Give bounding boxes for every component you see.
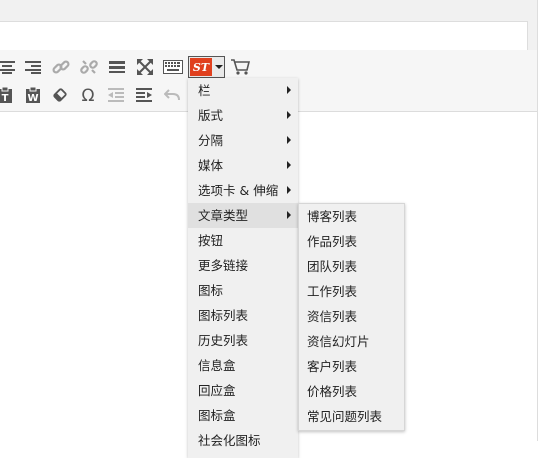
menu-item-icon-box[interactable]: 图标盒 (188, 403, 298, 428)
link-icon[interactable] (49, 55, 73, 79)
submenu-item-news-slider[interactable]: 资信幻灯片 (299, 329, 404, 354)
menu-item-more-links[interactable]: 更多链接 (188, 253, 298, 278)
post-types-submenu: 博客列表 作品列表 团队列表 工作列表 资信列表 资信幻灯片 客户列表 价格列表… (298, 203, 405, 431)
outdent-icon[interactable] (104, 83, 128, 107)
chevron-right-icon (287, 136, 291, 144)
st-logo: ST (190, 58, 212, 76)
submenu-item-pricing-list[interactable]: 价格列表 (299, 379, 404, 404)
keyboard-icon[interactable] (161, 55, 185, 79)
unlink-icon[interactable] (77, 55, 101, 79)
editor-tab-area (0, 21, 528, 50)
submenu-item-news-list[interactable]: 资信列表 (299, 304, 404, 329)
menu-item-buttons[interactable]: 按钮 (188, 228, 298, 253)
chevron-right-icon (287, 111, 291, 119)
submenu-item-faq-list[interactable]: 常见问题列表 (299, 404, 404, 429)
shortcode-menu: 栏 版式 分隔 媒体 选项卡 & 伸缩 文章类型 按钮 更多链接 图标 图标列表… (188, 78, 298, 458)
menu-item-icon-list[interactable]: 图标列表 (188, 303, 298, 328)
chevron-right-icon (287, 161, 291, 169)
shortcodes-button[interactable]: ST (188, 56, 225, 78)
svg-text:W: W (27, 93, 38, 104)
menu-item-tabs-toggles[interactable]: 选项卡 & 伸缩 (188, 178, 298, 203)
svg-text:T: T (2, 93, 9, 104)
chevron-right-icon (287, 211, 291, 219)
menu-item-divider[interactable]: 分隔 (188, 128, 298, 153)
align-right-icon[interactable] (21, 55, 45, 79)
menu-item-response-box[interactable]: 回应盒 (188, 378, 298, 403)
chevron-right-icon (287, 186, 291, 194)
menu-item-history-list[interactable]: 历史列表 (188, 328, 298, 353)
horizontal-rule-icon[interactable] (105, 55, 129, 79)
eraser-icon[interactable] (48, 83, 72, 107)
submenu-item-client-list[interactable]: 客户列表 (299, 354, 404, 379)
submenu-item-job-list[interactable]: 工作列表 (299, 279, 404, 304)
menu-item-columns[interactable]: 栏 (188, 78, 298, 103)
svg-text:Ω: Ω (82, 86, 95, 104)
omega-icon[interactable]: Ω (76, 83, 100, 107)
chevron-down-icon (215, 65, 223, 69)
submenu-item-blog-list[interactable]: 博客列表 (299, 204, 404, 229)
undo-icon[interactable] (160, 83, 184, 107)
menu-item-media[interactable]: 媒体 (188, 153, 298, 178)
chevron-right-icon (287, 86, 291, 94)
cart-icon[interactable] (228, 55, 252, 79)
submenu-item-portfolio-list[interactable]: 作品列表 (299, 229, 404, 254)
align-center-icon[interactable] (0, 55, 19, 79)
paste-word-icon[interactable]: W (21, 83, 45, 107)
menu-item-info-box[interactable]: 信息盒 (188, 353, 298, 378)
submenu-item-team-list[interactable]: 团队列表 (299, 254, 404, 279)
menu-item-layout[interactable]: 版式 (188, 103, 298, 128)
indent-icon[interactable] (132, 83, 156, 107)
menu-item-post-types[interactable]: 文章类型 (188, 203, 298, 228)
fullscreen-icon[interactable] (133, 55, 157, 79)
paste-text-icon[interactable]: T (0, 83, 17, 107)
menu-item-icons[interactable]: 图标 (188, 278, 298, 303)
